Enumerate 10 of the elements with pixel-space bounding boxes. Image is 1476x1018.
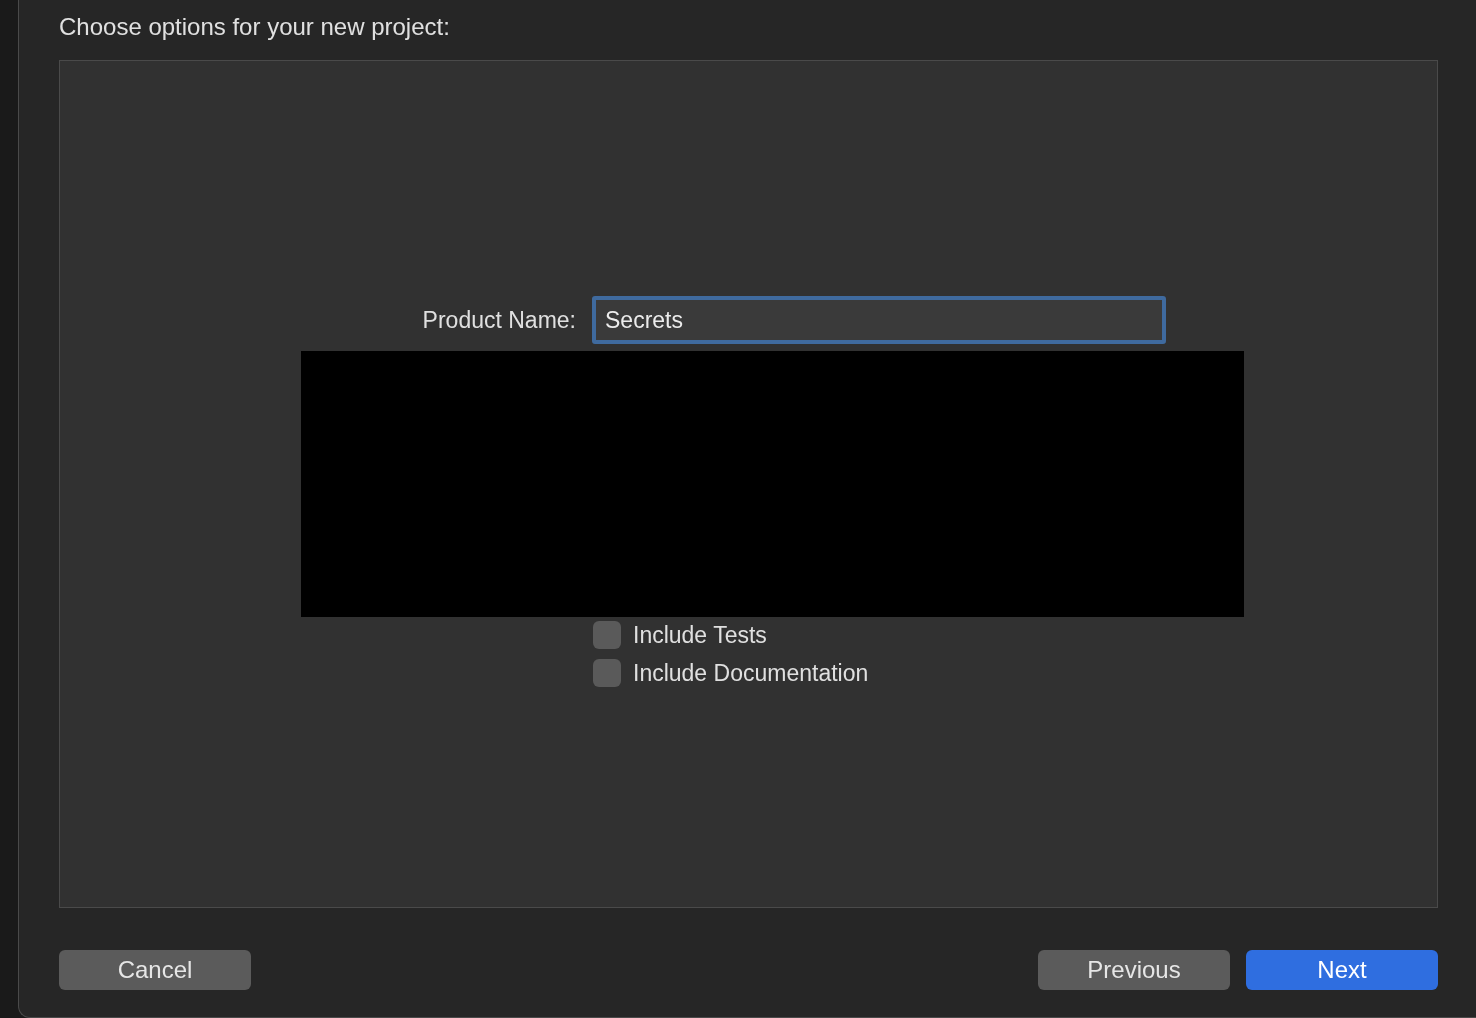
checkbox-label: Include Documentation [633, 658, 869, 688]
next-button[interactable]: Next [1246, 950, 1438, 990]
dialog-button[interactable]: Previous [1038, 950, 1230, 990]
checkbox[interactable] [593, 621, 621, 649]
checkbox[interactable] [593, 659, 621, 687]
dialog-title: Choose options for your new project: [59, 12, 451, 42]
field-label: Product Name: [421, 305, 576, 335]
dialog-button[interactable]: Cancel [59, 950, 251, 990]
product-name-field[interactable]: Secrets [592, 296, 1166, 344]
checkbox-label: Include Tests [633, 620, 767, 650]
